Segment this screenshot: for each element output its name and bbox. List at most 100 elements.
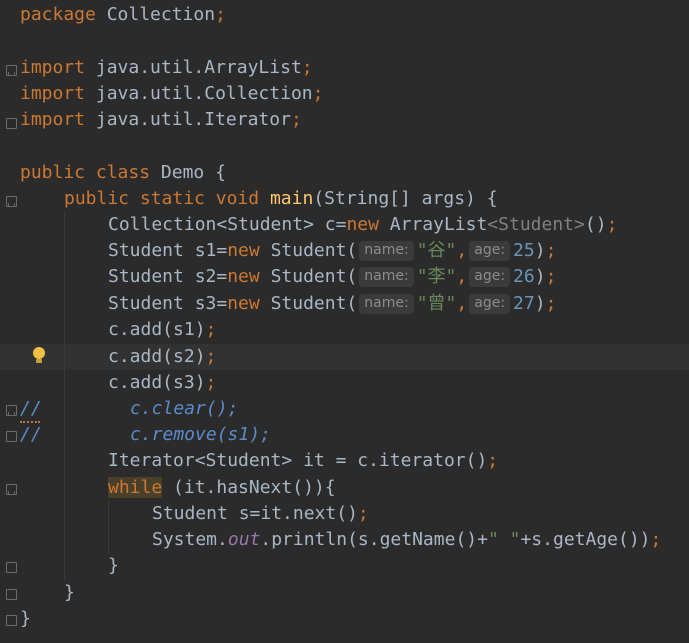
- editor-gutter: [0, 0, 20, 643]
- code-line[interactable]: Student s=it.next();: [152, 501, 369, 527]
- keyword: import: [20, 57, 86, 78]
- code-line[interactable]: c.add(s3);: [108, 370, 216, 396]
- number-literal: 26: [513, 266, 535, 287]
- fold-icon[interactable]: [6, 589, 17, 600]
- code-line[interactable]: public class Demo {: [20, 160, 226, 186]
- number-literal: 27: [513, 293, 535, 314]
- call-paren: ): [534, 293, 546, 314]
- call-paren: ): [534, 266, 546, 287]
- fold-icon[interactable]: [6, 405, 17, 416]
- comment-marker: //: [20, 398, 42, 419]
- keyword: while: [108, 477, 163, 498]
- code-line[interactable]: Student s2=new Student(name: "李", age: 26);: [108, 264, 556, 290]
- indent-guide: [64, 212, 65, 580]
- parameter-hint: age:: [469, 267, 511, 287]
- call-parens: (): [584, 214, 607, 235]
- fold-icon[interactable]: [6, 65, 17, 76]
- closing-brace: }: [108, 555, 119, 576]
- parameter-hint: name:: [359, 241, 414, 261]
- code-line[interactable]: Student s1=new Student(name: "谷", age: 25);: [108, 238, 556, 264]
- keyword: new: [227, 293, 260, 314]
- fold-icon[interactable]: [6, 431, 17, 442]
- number-literal: 25: [513, 240, 535, 261]
- current-line-highlight: [0, 344, 689, 370]
- class-ref: System.: [152, 529, 228, 550]
- type-name: Collection: [108, 214, 217, 235]
- commented-code: c.remove(s1);: [130, 424, 271, 445]
- code-line[interactable]: import java.util.Iterator;: [20, 107, 302, 133]
- code-line[interactable]: Collection<Student> c=new ArrayList<Stud…: [108, 212, 617, 238]
- code-line[interactable]: //: [20, 422, 42, 448]
- code-line[interactable]: }: [108, 553, 119, 579]
- import-path: java.util.Collection: [95, 83, 313, 104]
- semicolon: ;: [357, 503, 369, 524]
- string-literal: " ": [487, 529, 521, 550]
- closing-brace: }: [20, 608, 31, 629]
- code-line[interactable]: package Collection;: [20, 2, 226, 28]
- code-line[interactable]: import java.util.ArrayList;: [20, 55, 313, 81]
- keyword: static: [139, 188, 205, 209]
- keyword: package: [20, 4, 96, 25]
- semicolon: ;: [650, 529, 662, 550]
- parameter-hint: name:: [359, 294, 414, 314]
- code-line[interactable]: import java.util.Collection;: [20, 81, 323, 107]
- commented-code: c.clear();: [130, 398, 239, 419]
- code-line[interactable]: Student s3=new Student(name: "曾", age: 27);: [108, 291, 556, 317]
- semicolon: ;: [301, 57, 313, 78]
- parameter-hint: name:: [359, 267, 414, 287]
- indent-guide: [108, 502, 109, 554]
- code-line[interactable]: c.add(s1);: [108, 317, 216, 343]
- fold-icon[interactable]: [6, 562, 17, 573]
- parameter-hint: age:: [469, 241, 511, 261]
- call-paren: ): [534, 240, 546, 261]
- code-line[interactable]: //: [20, 396, 42, 422]
- string-literal: "曾": [416, 293, 457, 314]
- while-condition: (it.hasNext()){: [162, 477, 336, 498]
- code-line[interactable]: while (it.hasNext()){: [108, 475, 336, 501]
- keyword: class: [95, 162, 151, 183]
- code-line[interactable]: c.clear();: [130, 396, 238, 422]
- declaration: Student s2=: [108, 266, 228, 287]
- semicolon: ;: [312, 83, 324, 104]
- comma: ,: [456, 293, 468, 314]
- semicolon: ;: [487, 450, 499, 471]
- semicolon: ;: [215, 4, 226, 25]
- keyword: void: [215, 188, 260, 209]
- code-editor[interactable]: package Collection; import java.util.Arr…: [0, 0, 689, 643]
- keyword: new: [227, 266, 260, 287]
- import-path: java.util.Iterator: [95, 109, 291, 130]
- fold-icon[interactable]: [6, 196, 17, 207]
- parameter-hint: age:: [469, 294, 511, 314]
- fold-icon[interactable]: [6, 484, 17, 495]
- lightbulb-icon[interactable]: [33, 347, 45, 363]
- comma: ,: [456, 240, 468, 261]
- type-name: ArrayList: [378, 214, 488, 235]
- method-call: .println(s.getName()+: [260, 529, 488, 550]
- keyword: new: [346, 214, 379, 235]
- code-line[interactable]: }: [20, 606, 31, 632]
- method-call: c.add(s3): [108, 372, 206, 393]
- semicolon: ;: [290, 109, 302, 130]
- declaration: Student s1=: [108, 240, 228, 261]
- code-line[interactable]: }: [64, 580, 75, 606]
- string-literal: "谷": [416, 240, 457, 261]
- comment-marker: //: [20, 424, 42, 445]
- code-line[interactable]: System.out.println(s.getName()+" "+s.get…: [152, 527, 661, 553]
- closing-brace: }: [64, 582, 75, 603]
- semicolon: ;: [205, 319, 217, 340]
- static-field: out: [227, 529, 261, 550]
- code-line[interactable]: c.add(s2);: [108, 344, 216, 370]
- generic-type: <Student>: [216, 214, 314, 235]
- code-line[interactable]: Iterator<Student> it = c.iterator();: [108, 448, 498, 474]
- declaration: Student s3=: [108, 293, 228, 314]
- generic-type-inferred: <Student>: [487, 214, 585, 235]
- keyword: import: [20, 83, 86, 104]
- comma: ,: [456, 266, 468, 287]
- keyword: public: [20, 162, 86, 183]
- method-params: (String[] args) {: [313, 188, 498, 209]
- semicolon: ;: [606, 214, 618, 235]
- code-line[interactable]: public static void main(String[] args) {: [64, 186, 498, 212]
- fold-icon[interactable]: [6, 615, 17, 626]
- fold-icon[interactable]: [6, 118, 17, 129]
- code-line[interactable]: c.remove(s1);: [130, 422, 271, 448]
